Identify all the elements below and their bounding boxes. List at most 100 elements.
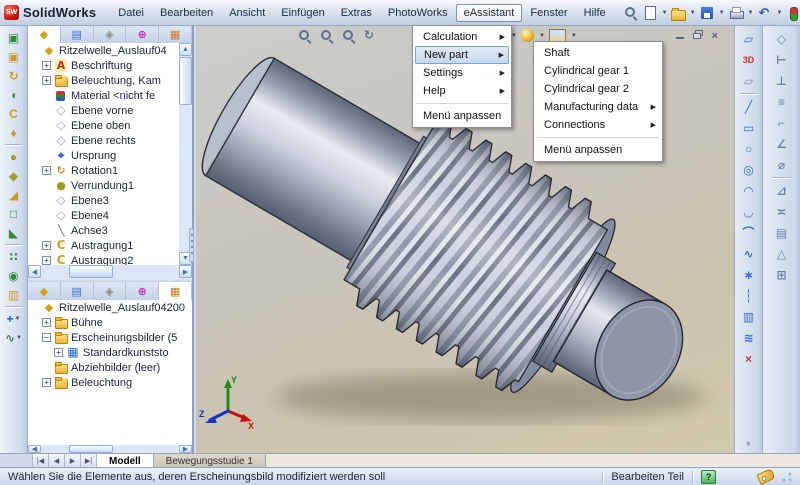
curves-button[interactable]: ∿▼	[2, 328, 26, 347]
tree-item-austragung1[interactable]: +Austragung1	[28, 238, 179, 253]
quick-tips-help-button[interactable]: ?	[701, 470, 716, 484]
chevron-down-icon[interactable]: ▼	[690, 10, 696, 16]
new-part-menu-item-cylindrical-gear-1[interactable]: Cylindrical gear 1	[534, 62, 662, 80]
fillet-button[interactable]: ●	[2, 147, 26, 166]
offset-entities-button[interactable]: ≋	[737, 327, 761, 348]
tree-item-verrundung1[interactable]: Verrundung1	[28, 178, 179, 193]
panel-tab-dimxpertmanager[interactable]: ⊕	[126, 25, 159, 43]
tree-item-beschriftung[interactable]: +Beschriftung	[28, 58, 179, 73]
spline-button[interactable]: ∿	[737, 243, 761, 264]
dome-button[interactable]: ◖	[2, 85, 26, 104]
menu-item-datei[interactable]: Datei	[110, 4, 152, 22]
datum-feature-button[interactable]: ⊞	[770, 264, 794, 285]
chevron-down-icon[interactable]: ▼	[662, 10, 668, 16]
document-minimize-button[interactable]	[676, 29, 684, 42]
document-restore-button[interactable]	[693, 30, 703, 42]
tab-nav-first-button[interactable]: |◀	[33, 454, 49, 468]
menu-item-ansicht[interactable]: Ansicht	[221, 4, 273, 22]
chevron-down-icon[interactable]: ▼	[16, 335, 22, 341]
circular-pattern-button[interactable]: ◉	[2, 266, 26, 285]
tab-nav-next-button[interactable]: ▶	[65, 454, 81, 468]
tab-nav-last-button[interactable]: ▶|	[81, 454, 97, 468]
tab-nav-previous-button[interactable]: ◀	[49, 454, 65, 468]
scrollbar-thumb[interactable]	[69, 445, 113, 453]
circle-button[interactable]: ○	[737, 138, 761, 159]
linear-pattern-button[interactable]: ∷	[2, 247, 26, 266]
expand-icon[interactable]: +	[42, 318, 51, 327]
doc-tab-bewegungsstudie-1[interactable]: Bewegungsstudie 1	[154, 454, 266, 468]
panel-tab-displaymanager[interactable]: ▦	[159, 282, 192, 300]
point-button[interactable]: ∗	[737, 264, 761, 285]
toolbar-more-chevron-icon[interactable]: «	[744, 443, 753, 445]
tree-item-ebene4[interactable]: Ebene4	[28, 208, 179, 223]
eassistant-menu-item-new-part[interactable]: New part▶	[415, 46, 509, 64]
scroll-right-button[interactable]: ▶	[179, 265, 192, 278]
horizontal-dimension-button[interactable]: ⊢	[770, 49, 794, 70]
panel-tab-propertymanager[interactable]: ▤	[61, 282, 94, 300]
scroll-up-button[interactable]: ▲	[179, 43, 192, 56]
traffic-light-button[interactable]	[783, 4, 800, 22]
appearance-icon[interactable]	[521, 29, 534, 42]
expand-icon[interactable]: +	[54, 348, 63, 357]
extruded-boss-button[interactable]: ▣	[2, 28, 26, 47]
feature-tree-hscrollbar[interactable]: ◀ ▶	[28, 265, 192, 278]
new-part-menu-item-connections[interactable]: Connections▶	[534, 116, 662, 134]
add-relation-button[interactable]: ⊿	[770, 180, 794, 201]
tree-root-ritzelwelle-auslauf04200[interactable]: Ritzelwelle_Auslauf04200	[28, 300, 192, 315]
search-button[interactable]	[622, 5, 639, 20]
panel-tab-featuremanager[interactable]: ◆	[28, 25, 61, 43]
swept-boss-button[interactable]: C	[2, 104, 26, 123]
scroll-left-button[interactable]: ◀	[28, 265, 41, 278]
tree-item-ebene3[interactable]: Ebene3	[28, 193, 179, 208]
scrollbar-thumb[interactable]	[69, 265, 113, 278]
centerline-button[interactable]: ┆	[737, 285, 761, 306]
rotate-view-icon[interactable]: ↻	[364, 29, 374, 42]
expand-icon[interactable]: +	[42, 76, 51, 85]
print-button[interactable]	[726, 4, 746, 22]
trim-entities-button[interactable]: ×	[737, 348, 761, 369]
note-button[interactable]: ▤	[770, 222, 794, 243]
scroll-left-button[interactable]: ◀	[28, 445, 41, 453]
tangent-arc-button[interactable]: ◡	[737, 201, 761, 222]
tree-item-material-nicht-fe[interactable]: Material <nicht fe	[28, 88, 179, 103]
new-part-menu-item-cylindrical-gear-2[interactable]: Cylindrical gear 2	[534, 80, 662, 98]
vertical-dimension-button[interactable]: ⊥	[770, 70, 794, 91]
rib-button[interactable]: ◣	[2, 223, 26, 242]
panel-tab-configurationmanager[interactable]: ◈	[94, 25, 127, 43]
new-part-menu-item-men-anpassen[interactable]: Menü anpassen	[534, 141, 662, 159]
angular-dimension-button[interactable]: ∠	[770, 133, 794, 154]
zoom-area-icon[interactable]	[320, 29, 333, 42]
panel-tab-featuremanager[interactable]: ◆	[28, 282, 61, 300]
new-part-menu-item-shaft[interactable]: Shaft	[534, 44, 662, 62]
panel-tab-configurationmanager[interactable]: ◈	[94, 282, 127, 300]
zoom-fit-icon[interactable]	[298, 29, 311, 42]
eassistant-menu-item-help[interactable]: Help▶	[413, 82, 511, 100]
perimeter-circle-button[interactable]: ◎	[737, 159, 761, 180]
mirror-entities-button[interactable]: ▥	[737, 306, 761, 327]
lofted-boss-button[interactable]: ♦	[2, 123, 26, 142]
smart-dimension-button[interactable]: ◇	[770, 28, 794, 49]
chevron-down-icon[interactable]: ▼	[776, 10, 782, 16]
ordinate-dimension-button[interactable]: ⌐	[770, 112, 794, 133]
expand-icon[interactable]: +	[42, 256, 51, 265]
modify-sketch-button[interactable]: ▱	[737, 70, 761, 91]
tree-item-abziehbilder-leer[interactable]: Abziehbilder (leer)	[28, 360, 192, 375]
eassistant-menu-item-settings[interactable]: Settings▶	[413, 64, 511, 82]
scrollbar-track[interactable]	[41, 445, 179, 453]
baseline-dimension-button[interactable]: ≡	[770, 91, 794, 112]
panel-tab-displaymanager[interactable]: ▦	[159, 25, 192, 43]
new-document-button[interactable]	[640, 4, 660, 22]
tree-item-ebene-oben[interactable]: Ebene oben	[28, 118, 179, 133]
shell-button[interactable]: □	[2, 204, 26, 223]
revolved-boss-button[interactable]: ↻	[2, 66, 26, 85]
menu-item-eassistant[interactable]: eAssistant	[456, 4, 523, 22]
sketch-button[interactable]: ▱	[737, 28, 761, 49]
menu-item-hilfe[interactable]: Hilfe	[576, 4, 614, 22]
tree-item-achse3[interactable]: Achse3	[28, 223, 179, 238]
tree-item-beleuchtung-kam[interactable]: +Beleuchtung, Kam	[28, 73, 179, 88]
rectangle-button[interactable]: ▭	[737, 117, 761, 138]
menu-item-photoworks[interactable]: PhotoWorks	[380, 4, 456, 22]
document-close-button[interactable]: ×	[712, 30, 718, 42]
chevron-down-icon[interactable]: ▼	[15, 316, 21, 322]
zoom-in-out-icon[interactable]	[342, 29, 355, 42]
